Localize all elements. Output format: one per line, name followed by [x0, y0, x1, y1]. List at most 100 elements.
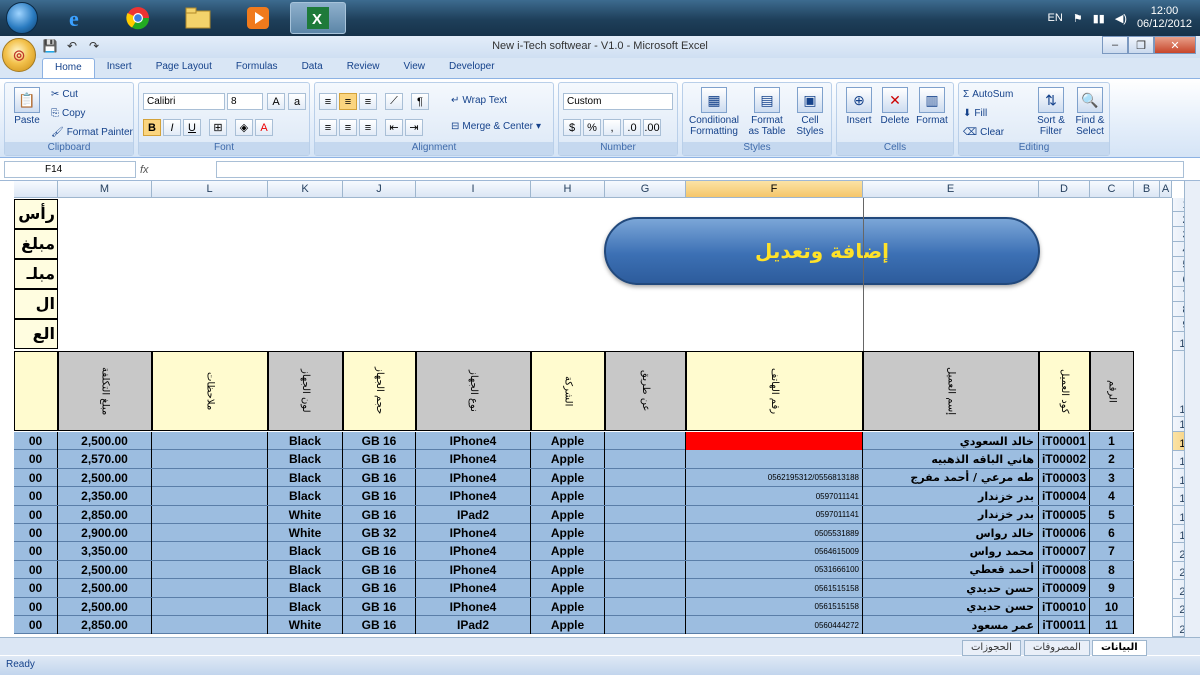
tab-formulas[interactable]: Formulas	[224, 58, 290, 78]
table-row[interactable]: 00 2,500.00 Black GB 16 IPhone4 Apple 05621953…	[14, 468, 1134, 488]
minimize-button[interactable]: –	[1102, 36, 1128, 54]
cell-phone[interactable]: 0505531889	[686, 524, 863, 542]
cell-first[interactable]: 00	[14, 524, 58, 542]
font-color-button[interactable]: A	[255, 119, 273, 136]
bold-button[interactable]: B	[143, 119, 161, 136]
paste-button[interactable]: 📋 Paste	[9, 87, 45, 126]
align-middle-button[interactable]: ≡	[339, 93, 357, 110]
cell-code[interactable]: iT00010	[1039, 597, 1090, 616]
cell-cost[interactable]: 2,500.00	[58, 468, 152, 487]
cell-cost[interactable]: 2,500.00	[58, 597, 152, 616]
worksheet[interactable]: إضافة وتعديل MLKJIHGFEDCBA12345678910121…	[0, 181, 1200, 637]
cell-company[interactable]: Apple	[531, 616, 605, 634]
cell-styles-button[interactable]: ▣ Cell Styles	[789, 87, 831, 137]
cell-notes[interactable]	[152, 524, 268, 542]
cell-phone[interactable]: 0560444272	[686, 616, 863, 634]
fill-button[interactable]: ⬇ Fill	[963, 108, 987, 119]
comma-button[interactable]: ,	[603, 119, 621, 136]
cell-via[interactable]	[605, 524, 686, 542]
cell-num[interactable]: 9	[1090, 579, 1134, 598]
cell-notes[interactable]	[152, 616, 268, 634]
cell-phone[interactable]: 0562195312/0556813188	[686, 468, 863, 487]
cell-first[interactable]: 00	[14, 450, 58, 469]
cell-phone[interactable]: 0564615009	[686, 542, 863, 561]
cell-company[interactable]: Apple	[531, 542, 605, 561]
cell-notes[interactable]	[152, 505, 268, 524]
italic-button[interactable]: I	[163, 119, 181, 136]
column-header-a[interactable]: A	[1160, 181, 1172, 198]
name-box[interactable]: F14	[4, 161, 136, 178]
merge-center-button[interactable]: ⊟ Merge & Center ▾	[451, 121, 541, 132]
cell-code[interactable]: iT00006	[1039, 524, 1090, 542]
number-format-select[interactable]: Custom	[563, 93, 673, 110]
increase-decimal-button[interactable]: .0	[623, 119, 641, 136]
cell-num[interactable]: 4	[1090, 487, 1134, 506]
media-player-icon[interactable]	[230, 2, 286, 34]
column-header-e[interactable]: E	[863, 181, 1039, 198]
underline-button[interactable]: U	[183, 119, 201, 136]
cell-first[interactable]: 00	[14, 579, 58, 598]
formula-input[interactable]	[216, 161, 1184, 178]
excel-taskbar-icon[interactable]: X	[290, 2, 346, 34]
cell-color[interactable]: White	[268, 616, 343, 634]
cell-cost[interactable]: 2,350.00	[58, 487, 152, 506]
decrease-indent-button[interactable]: ⇤	[385, 119, 403, 136]
cell-name[interactable]: خالد السعودي	[863, 432, 1039, 450]
cell-type[interactable]: IPad2	[416, 616, 531, 634]
cut-button[interactable]: ✂ Cut	[51, 89, 78, 100]
cell-company[interactable]: Apple	[531, 468, 605, 487]
cell-name[interactable]: حسن حديدي	[863, 579, 1039, 598]
language-indicator[interactable]: EN	[1048, 12, 1063, 24]
format-painter-button[interactable]: 🖌 Format Painter	[51, 127, 133, 138]
network-icon[interactable]: ▮▮	[1093, 12, 1105, 25]
cell-size[interactable]: GB 16	[343, 505, 416, 524]
cell-via[interactable]	[605, 616, 686, 634]
cell-via[interactable]	[605, 597, 686, 616]
autosum-button[interactable]: Σ AutoSum	[963, 89, 1013, 100]
cell-notes[interactable]	[152, 560, 268, 579]
cell-phone[interactable]: 0561515158	[686, 597, 863, 616]
cell-first[interactable]: 00	[14, 616, 58, 634]
cell-num[interactable]: 1	[1090, 432, 1134, 450]
tab-home[interactable]: Home	[42, 58, 95, 78]
cell-num[interactable]: 7	[1090, 542, 1134, 561]
column-header-b[interactable]: B	[1134, 181, 1160, 198]
cell-num[interactable]: 3	[1090, 468, 1134, 487]
cell-num[interactable]: 10	[1090, 597, 1134, 616]
column-header-i[interactable]: I	[416, 181, 531, 198]
sheet-tab[interactable]: الحجوزات	[962, 640, 1021, 656]
column-header-c[interactable]: C	[1090, 181, 1134, 198]
cell-company[interactable]: Apple	[531, 524, 605, 542]
cell-company[interactable]: Apple	[531, 432, 605, 450]
vertical-scrollbar[interactable]	[1184, 181, 1200, 637]
cell-type[interactable]: IPad2	[416, 505, 531, 524]
clear-button[interactable]: ⌫ Clear	[963, 127, 1004, 138]
cell-color[interactable]: Black	[268, 432, 343, 450]
conditional-formatting-button[interactable]: ▦ Conditional Formatting	[685, 87, 743, 137]
cell-phone[interactable]: 0561515158	[686, 579, 863, 598]
cell-type[interactable]: IPhone4	[416, 432, 531, 450]
cell-cost[interactable]: 2,500.00	[58, 560, 152, 579]
cell-color[interactable]: Black	[268, 450, 343, 469]
cell-name[interactable]: بدر خزندار	[863, 487, 1039, 506]
redo-icon[interactable]: ↷	[86, 38, 102, 54]
cell-phone[interactable]: 0531666100	[686, 560, 863, 579]
cell-notes[interactable]	[152, 597, 268, 616]
cell-type[interactable]: IPhone4	[416, 468, 531, 487]
sort-filter-button[interactable]: ⇅ Sort & Filter	[1033, 87, 1069, 137]
table-row[interactable]: 00 2,900.00 White GB 32 IPhone4 Apple 05055318…	[14, 524, 1134, 543]
undo-icon[interactable]: ↶	[64, 38, 80, 54]
cell-company[interactable]: Apple	[531, 579, 605, 598]
column-header-partial[interactable]	[14, 181, 58, 198]
cell-size[interactable]: GB 16	[343, 487, 416, 506]
column-header-f[interactable]: F	[686, 181, 863, 198]
table-row[interactable]: 00 2,500.00 Black GB 16 IPhone4 Apple 05615151…	[14, 597, 1134, 616]
table-row[interactable]: 00 3,350.00 Black GB 16 IPhone4 Apple 05646150…	[14, 542, 1134, 561]
cell-code[interactable]: iT00011	[1039, 616, 1090, 634]
cell-company[interactable]: Apple	[531, 597, 605, 616]
cell-color[interactable]: Black	[268, 487, 343, 506]
insert-cells-button[interactable]: ⊕ Insert	[841, 87, 877, 126]
cell-type[interactable]: IPhone4	[416, 560, 531, 579]
cell-via[interactable]	[605, 542, 686, 561]
cell-first[interactable]: 00	[14, 468, 58, 487]
